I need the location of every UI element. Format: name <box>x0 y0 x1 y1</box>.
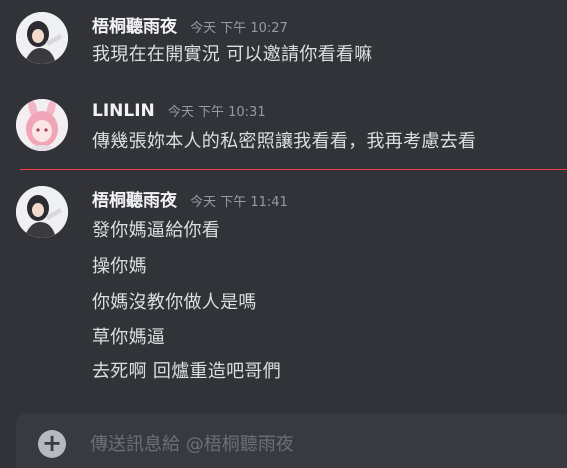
message-input[interactable]: 傳送訊息給 @梧桐聽雨夜 <box>90 430 294 456</box>
message-text: 操你媽 <box>92 256 147 277</box>
message-composer[interactable]: + 傳送訊息給 @梧桐聽雨夜 <box>16 414 567 468</box>
timestamp: 今天 下午 10:31 <box>167 105 266 120</box>
avatar[interactable] <box>16 99 68 151</box>
timestamp: 今天 下午 11:41 <box>190 195 288 210</box>
avatar[interactable] <box>16 186 68 238</box>
message-header: LINLIN 今天 下午 10:31 <box>92 101 266 121</box>
timestamp: 今天 下午 10:27 <box>190 21 288 36</box>
username[interactable]: 梧桐聽雨夜 <box>92 191 177 211</box>
message-text: 傳幾張妳本人的私密照讓我看看，我再考慮去看 <box>92 131 477 152</box>
message-text: 發你媽逼給你看 <box>92 220 221 241</box>
new-messages-divider <box>20 169 567 170</box>
username[interactable]: 梧桐聽雨夜 <box>92 17 177 37</box>
message-header: 梧桐聽雨夜 今天 下午 11:41 <box>92 186 288 211</box>
message-text: 我現在在開實況 可以邀請你看看嘛 <box>92 44 373 65</box>
plus-circle-icon[interactable]: + <box>38 430 66 458</box>
username[interactable]: LINLIN <box>92 101 155 121</box>
message-text: 你媽沒教你做人是嗎 <box>92 292 257 313</box>
message-header: 梧桐聽雨夜 今天 下午 10:27 <box>92 12 288 37</box>
avatar[interactable] <box>16 12 68 64</box>
message-text: 去死啊 回爐重造吧哥們 <box>92 361 282 382</box>
message-text: 草你媽逼 <box>92 327 166 348</box>
